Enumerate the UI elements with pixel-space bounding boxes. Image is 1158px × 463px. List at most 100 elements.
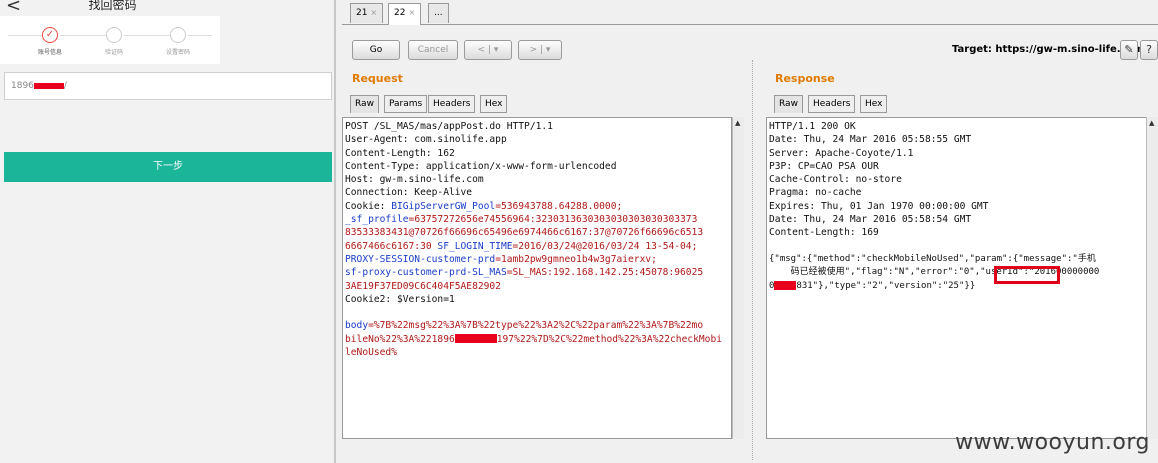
redaction-mark	[454, 334, 497, 344]
response-body-line: 0 831"},"type":"2","version":"25"}}	[769, 280, 1157, 293]
userid-highlight-box	[994, 266, 1060, 284]
mobile-app-panel: < 找回密码 ✓ 账号信息 验证码 设置密码 1896 / 下一步	[0, 0, 336, 463]
response-body-line: 码已经被使用","flag":"N","error":"0","userId":…	[769, 267, 1100, 278]
go-button[interactable]: Go	[352, 40, 400, 60]
request-line: POST /SL_MAS/mas/appPost.do HTTP/1.1	[345, 121, 553, 132]
tab-response-hex[interactable]: Hex	[860, 95, 888, 113]
response-header: Cache-Control: no-store	[769, 174, 902, 186]
response-body-text: 831"},"type":"2","version":"25"}}	[796, 280, 976, 291]
step-3-label: 设置密码	[165, 49, 190, 56]
cookie-key: SF_LOGIN_TIME	[437, 240, 513, 252]
tab-label: 21	[356, 8, 368, 18]
redaction-mark	[774, 280, 797, 290]
close-icon[interactable]: ×	[408, 8, 415, 17]
scroll-up-icon[interactable]: ▲	[1149, 119, 1154, 127]
cookie-line: 6667466c6167:30 SF_LOGIN_TIME=2016/03/24…	[345, 240, 731, 253]
redaction-mark	[33, 82, 64, 89]
step-1-label: 账号信息	[37, 49, 62, 56]
step-line	[8, 35, 42, 36]
cookie-line: _sf_profile=63757272656e74556964:3230313…	[345, 213, 731, 226]
step-2-dot	[106, 27, 122, 43]
cookie-value: 83533383431@70726f66696c65496e6974466c61…	[345, 227, 704, 239]
help-icon[interactable]: ?	[1140, 40, 1158, 60]
cookie2-line: Cookie2: $Version=1	[345, 293, 455, 305]
status-line: HTTP/1.1 200 OK	[769, 121, 856, 132]
request-header: Connection: Keep-Alive	[345, 187, 473, 199]
tab-request-raw[interactable]: Raw	[350, 95, 379, 113]
response-header: Pragma: no-cache	[769, 187, 862, 199]
tab-label: ...	[434, 8, 443, 18]
cookie-value: =SL_MAS:192.168.142.25:45078:96025	[506, 267, 704, 279]
response-header: Date: Thu, 24 Mar 2016 05:58:55 GMT	[769, 134, 972, 146]
response-header: P3P: CP=CAO PSA OUR	[769, 160, 879, 172]
cookie-value: =2016/03/24@2016/03/24 13-54-04;	[512, 240, 698, 252]
response-body-line: {"msg":{"method":"checkMobileNoUsed","pa…	[769, 253, 1096, 264]
body-value: 197%22%7D%2C%22method%22%3A%22checkMobi	[496, 333, 723, 345]
page-title: 找回密码	[88, 0, 137, 12]
cookie-value: 3AE19F37ED09C6C404F5AE82902	[345, 280, 501, 292]
cookie-key: _sf_profile	[345, 214, 409, 226]
phone-suffix: /	[63, 81, 67, 91]
step-line	[188, 35, 212, 36]
step-3-dot	[170, 27, 186, 43]
body-value: bileNo%22%3A%221896	[345, 333, 455, 345]
response-header: Expires: Thu, 01 Jan 1970 00:00:00 GMT	[769, 200, 989, 212]
cookie-value: =63757272656e74556964:323031363030303030…	[408, 214, 698, 226]
scroll-up-icon[interactable]: ▲	[735, 119, 740, 127]
edit-target-icon[interactable]: ✎	[1120, 40, 1138, 60]
response-header: Content-Length: 169	[769, 227, 879, 239]
tab-new[interactable]: ...	[428, 3, 449, 23]
body-line: bileNo%22%3A%221896 197%22%7D%2C%22method…	[345, 333, 731, 346]
request-header: User-Agent: com.sinolife.app	[345, 134, 507, 146]
cookie-value: 6667466c6167:30	[345, 240, 438, 252]
phone-input[interactable]: 1896 /	[4, 72, 332, 100]
response-viewer[interactable]: HTTP/1.1 200 OK Date: Thu, 24 Mar 2016 0…	[766, 117, 1158, 439]
forward-history-button[interactable]: > | ▾	[518, 40, 562, 60]
tab-request-headers[interactable]: Headers	[428, 95, 476, 113]
phone-prefix: 1896	[11, 81, 34, 91]
cancel-button[interactable]: Cancel	[408, 40, 458, 60]
body-value: leNoUsed%	[345, 347, 397, 359]
watermark: www.wooyun.org	[955, 430, 1150, 455]
tab-response-headers[interactable]: Headers	[808, 95, 856, 113]
request-header: Host: gw-m.sino-life.com	[345, 174, 484, 186]
request-header: Content-Type: application/x-www-form-url…	[345, 160, 617, 172]
body-line: body=%7B%22msg%22%3A%7B%22type%22%3A2%2C…	[345, 319, 731, 332]
tab-response-raw[interactable]: Raw	[774, 95, 803, 113]
close-icon[interactable]: ×	[370, 8, 377, 17]
body-key: body	[345, 320, 369, 332]
cookie-key: BIGipServerGW_Pool	[391, 200, 496, 212]
response-header: Server: Apache-Coyote/1.1	[769, 147, 914, 159]
response-scrollbar[interactable]: ▲	[1146, 117, 1158, 439]
step-2-label: 验证码	[104, 49, 123, 56]
step-progress: ✓ 账号信息 验证码 设置密码	[0, 16, 220, 64]
cookie-line: PROXY-SESSION-customer-prd=1amb2pw9gmneo…	[345, 253, 731, 266]
repeater-tab-bar: 21 × 22 × ...	[342, 0, 1158, 25]
step-line	[60, 35, 106, 36]
tab-request-params[interactable]: Params	[384, 95, 428, 113]
tab-label: 22	[394, 8, 406, 18]
cookie-line: sf-proxy-customer-prd-SL_MAS=SL_MAS:192.…	[345, 266, 731, 279]
request-editor[interactable]: POST /SL_MAS/mas/appPost.do HTTP/1.1 Use…	[342, 117, 732, 439]
cookie-value: =536943788.64288.0000;	[495, 200, 623, 212]
tab-21[interactable]: 21 ×	[350, 3, 384, 23]
cookie-value: =1amb2pw9gmneo1b4w3g7aierxv;	[495, 253, 657, 265]
tab-22[interactable]: 22 ×	[388, 3, 422, 25]
response-header: Date: Thu, 24 Mar 2016 05:58:54 GMT	[769, 214, 972, 226]
tab-request-hex[interactable]: Hex	[480, 95, 508, 113]
request-header: Content-Length: 162	[345, 147, 455, 159]
cookie-label: Cookie:	[345, 200, 392, 212]
cookie-line: Cookie: BIGipServerGW_Pool=536943788.642…	[345, 200, 731, 213]
mobile-title-bar: < 找回密码	[0, 0, 336, 16]
response-heading: Response	[775, 72, 835, 85]
cookie-key: PROXY-SESSION-customer-prd	[345, 253, 496, 265]
body-line: leNoUsed%	[345, 346, 731, 359]
pane-divider[interactable]	[752, 60, 757, 460]
request-scrollbar[interactable]: ▲	[732, 117, 744, 439]
cookie-line: 83533383431@70726f66696c65496e6974466c61…	[345, 226, 731, 239]
cookie-key: sf-proxy-customer-prd-SL_MAS	[345, 267, 507, 279]
next-step-button[interactable]: 下一步	[4, 152, 332, 182]
back-history-button[interactable]: < | ▾	[464, 40, 512, 60]
